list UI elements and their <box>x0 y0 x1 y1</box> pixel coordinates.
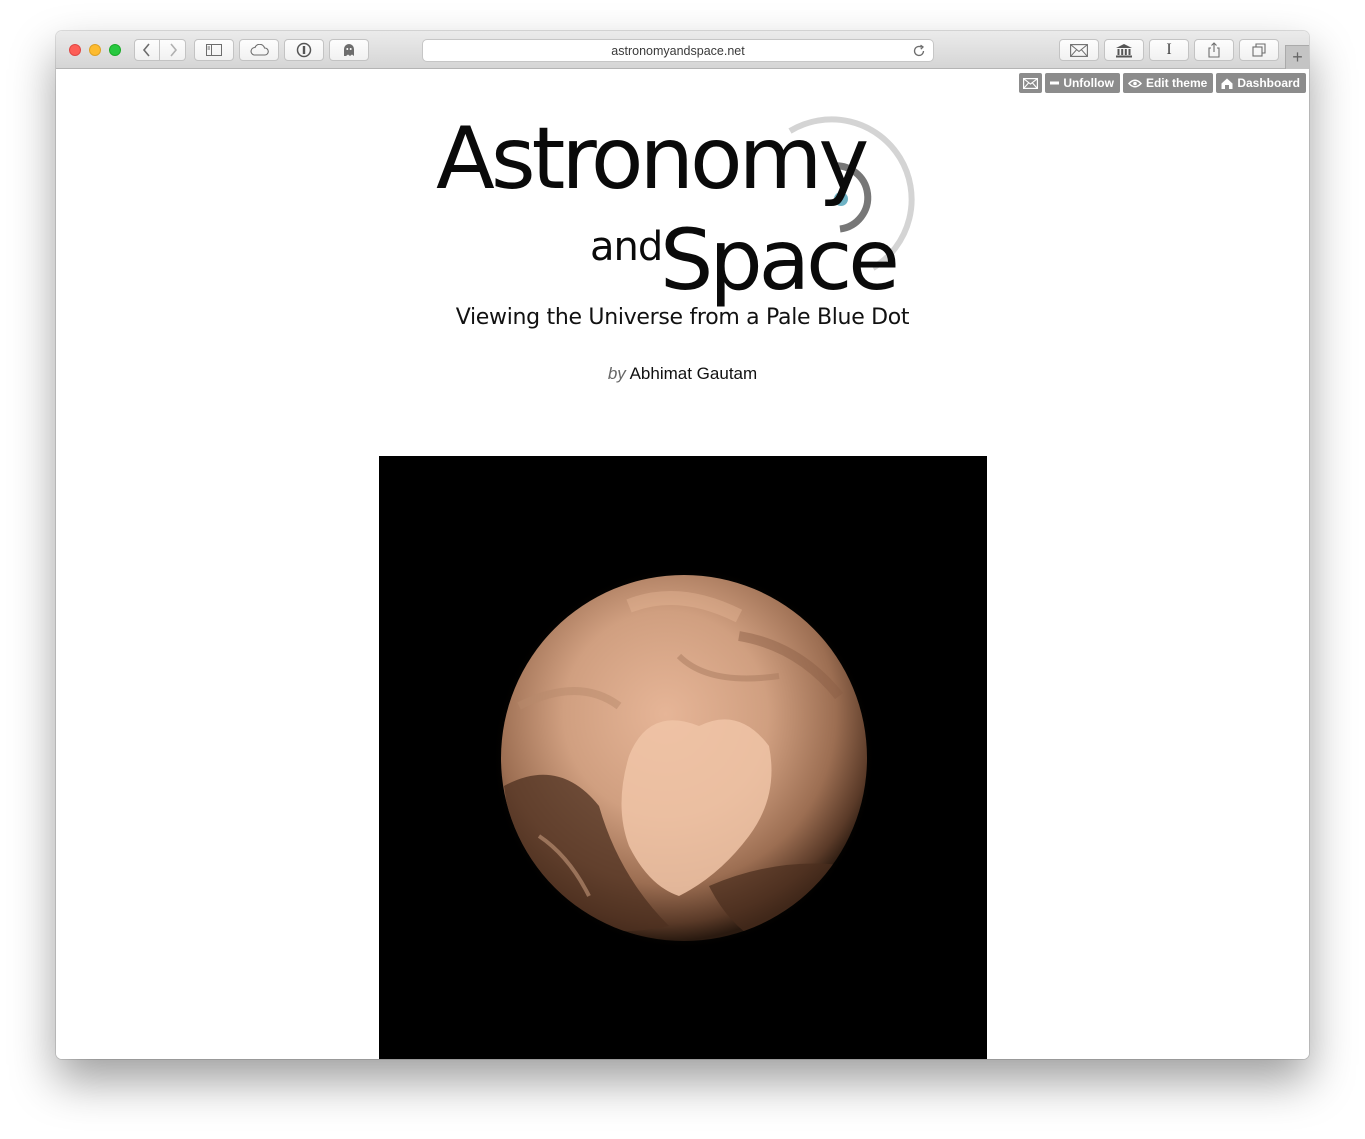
site-tagline: Viewing the Universe from a Pale Blue Do… <box>455 305 910 330</box>
ghostery-button[interactable] <box>329 39 369 61</box>
instapaper-button[interactable]: I <box>1149 39 1189 61</box>
keyhole-icon <box>296 42 312 58</box>
edit-theme-button[interactable]: Edit theme <box>1122 73 1214 93</box>
show-tabs-button[interactable] <box>1239 39 1279 61</box>
envelope-icon <box>1070 43 1088 57</box>
page-content: Unfollow Edit theme Dashboard Astronomy … <box>56 69 1309 1059</box>
site-logo[interactable]: Astronomy and Space <box>432 110 934 322</box>
chevron-right-icon <box>169 43 177 57</box>
unfollow-label: Unfollow <box>1063 76 1114 90</box>
dashboard-button[interactable]: Dashboard <box>1216 73 1306 93</box>
address-bar[interactable]: astronomyandspace.net <box>422 39 934 62</box>
mail-button[interactable] <box>1059 39 1099 61</box>
browser-window: astronomyandspace.net I + Unfollow Edit … <box>56 31 1309 1059</box>
instapaper-icon: I <box>1166 41 1172 58</box>
unfollow-button[interactable]: Unfollow <box>1045 73 1120 93</box>
reload-icon[interactable] <box>911 43 927 59</box>
dashboard-label: Dashboard <box>1237 76 1300 90</box>
password-manager-button[interactable] <box>284 39 324 61</box>
history-navigation <box>134 39 186 61</box>
browser-toolbar: astronomyandspace.net I + <box>56 31 1309 69</box>
author-byline: by Abhimat Gautam <box>56 364 1309 384</box>
eye-icon <box>1127 79 1142 88</box>
ghost-icon <box>344 44 354 56</box>
address-text: astronomyandspace.net <box>611 44 745 58</box>
tabs-overview-icon <box>1252 43 1266 57</box>
author-name[interactable]: Abhimat Gautam <box>630 364 758 383</box>
chevron-left-icon <box>142 43 150 57</box>
museum-icon <box>1116 43 1132 57</box>
logo-space: Space <box>660 211 900 309</box>
byline-prefix: by <box>607 364 626 383</box>
cloud-icon <box>250 44 269 56</box>
message-button[interactable] <box>1019 73 1043 93</box>
post-image-pluto[interactable] <box>379 456 987 1059</box>
library-button[interactable] <box>1104 39 1144 61</box>
share-icon <box>1208 42 1220 58</box>
forward-button[interactable] <box>160 39 186 61</box>
blog-controls: Unfollow Edit theme Dashboard <box>1019 73 1306 93</box>
logo-and: and <box>590 224 663 270</box>
sidebar-icon <box>206 44 222 56</box>
back-button[interactable] <box>134 39 160 61</box>
envelope-icon <box>1023 77 1039 89</box>
minimize-window-button[interactable] <box>89 44 101 56</box>
pluto-image <box>492 566 876 950</box>
share-button[interactable] <box>1194 39 1234 61</box>
zoom-window-button[interactable] <box>109 44 121 56</box>
sidebar-toggle-button[interactable] <box>194 39 234 61</box>
home-icon <box>1221 78 1233 89</box>
close-window-button[interactable] <box>69 44 81 56</box>
logo-astronomy: Astronomy <box>436 109 869 209</box>
new-tab-button[interactable]: + <box>1285 45 1309 69</box>
minus-icon <box>1050 81 1060 85</box>
edit-theme-label: Edit theme <box>1145 76 1208 90</box>
icloud-tabs-button[interactable] <box>239 39 279 61</box>
